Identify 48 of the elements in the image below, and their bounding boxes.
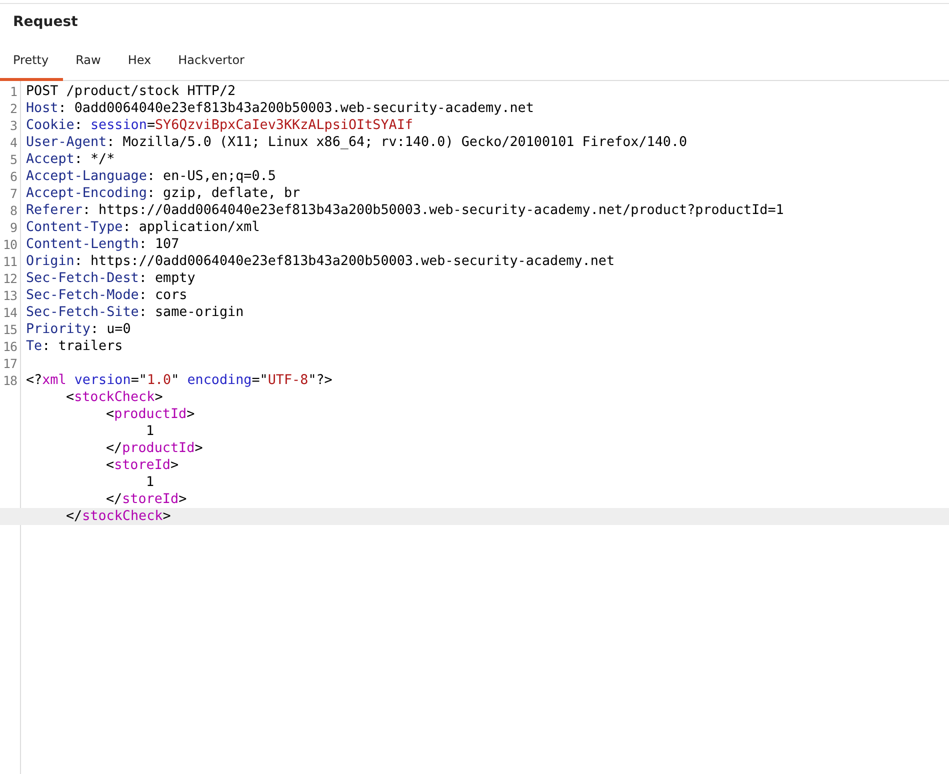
view-tab[interactable]: Hackvertor — [165, 41, 258, 81]
line-number: 18 — [2, 372, 17, 389]
line-number: 2 — [8, 100, 17, 117]
code-line: Sec-Fetch-Dest: empty — [26, 270, 196, 287]
line-number: 15 — [2, 321, 17, 338]
code-line: 1 — [145, 423, 154, 440]
code-line: Te: trailers — [26, 338, 123, 355]
code-line: <productId> — [105, 406, 195, 423]
code-line: Accept-Language: en-US,en;q=0.5 — [26, 168, 276, 185]
code-line: Content-Type: application/xml — [26, 219, 260, 236]
code-line: Priority: u=0 — [26, 321, 131, 338]
view-tab[interactable]: Pretty — [0, 41, 63, 81]
line-number: 5 — [8, 151, 17, 168]
code-line: <storeId> — [105, 457, 179, 474]
line-number: 6 — [8, 168, 17, 185]
code-line: Referer: https://0add0064040e23ef813b43a200b50003.web-security-academy.net/product?productId=1 — [26, 202, 784, 219]
line-number: 11 — [2, 253, 17, 270]
line-number: 10 — [2, 236, 17, 253]
panel-title: Request — [12, 13, 79, 32]
line-number: 4 — [8, 134, 17, 151]
line-number: 9 — [8, 219, 17, 236]
code-line: Origin: https://0add0064040e23ef813b43a200b50003.web-security-academy.net — [26, 253, 615, 270]
code-line: 1 — [145, 474, 154, 491]
code-line: <stockCheck> — [65, 389, 163, 406]
code-line: Sec-Fetch-Mode: cors — [26, 287, 188, 304]
code-line: User-Agent: Mozilla/5.0 (X11; Linux x86_64; rv:140.0) Gecko/20100101 Firefox/140.0 — [26, 134, 688, 151]
code-line: Host: 0add0064040e23ef813b43a200b50003.web-security-academy.net — [26, 100, 534, 117]
line-number: 16 — [2, 338, 17, 355]
line-number: 12 — [2, 270, 17, 287]
code-line: Content-Length: 107 — [26, 236, 180, 253]
code-line: <?xml version="1.0" encoding="UTF-8"?> — [26, 372, 332, 389]
line-number: 1 — [8, 83, 17, 100]
line-number: 3 — [8, 117, 17, 134]
line-number: 14 — [2, 304, 17, 321]
code-line: Accept-Encoding: gzip, deflate, br — [26, 185, 300, 202]
view-tab[interactable]: Raw — [62, 41, 115, 81]
line-number: 17 — [2, 355, 17, 372]
code-line: POST /product/stock HTTP/2 — [26, 83, 236, 100]
code-line: </storeId> — [105, 491, 187, 508]
code-line: Accept: */* — [26, 151, 115, 168]
code-line: Sec-Fetch-Site: same-origin — [26, 304, 244, 321]
code-line: Cookie: session=SY6QzviBpxCaIev3KKzALpsiOItSYAIf — [26, 117, 413, 134]
code-line: </stockCheck> — [65, 508, 171, 525]
view-tab[interactable]: Hex — [114, 41, 166, 81]
code-line: </productId> — [105, 440, 203, 457]
line-number: 8 — [8, 202, 17, 219]
line-number: 7 — [8, 185, 17, 202]
line-number: 13 — [2, 287, 17, 304]
